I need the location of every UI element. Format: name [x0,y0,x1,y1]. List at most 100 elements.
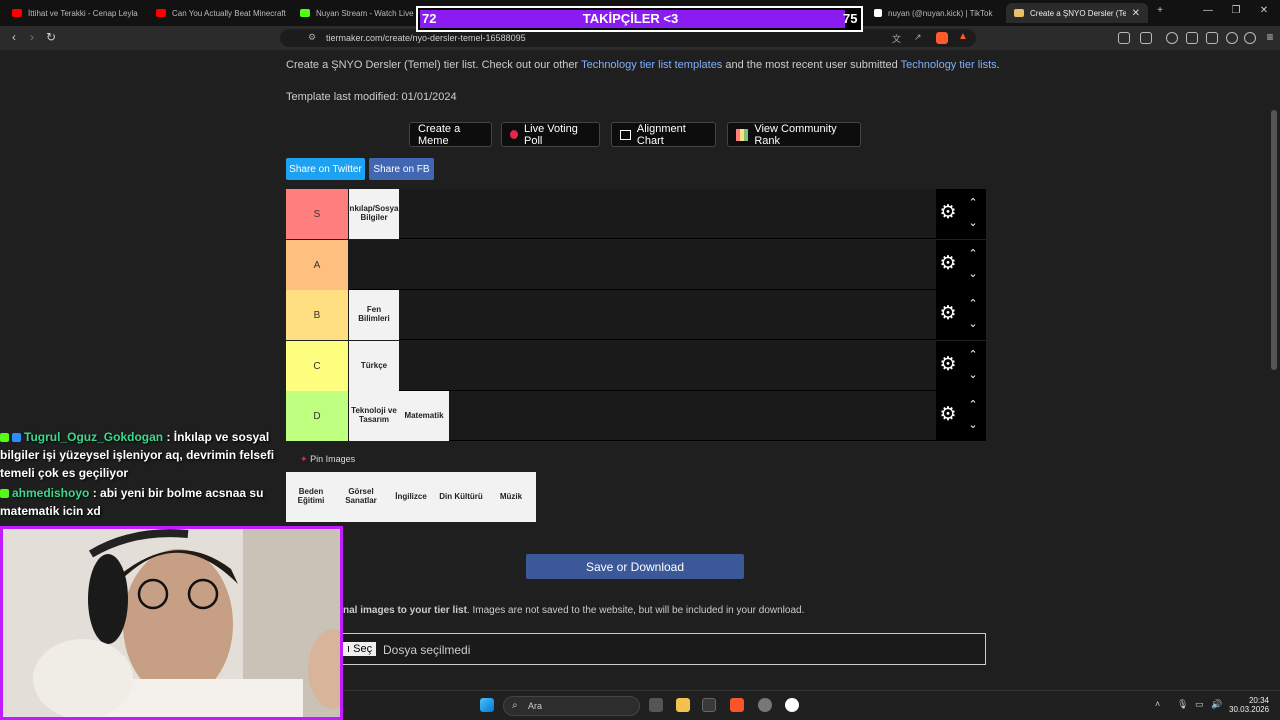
share-icon[interactable]: ↗ [914,32,922,43]
tab-tiermaker[interactable]: Create a ŞNYO Dersler (Temel) ✕ [1006,3,1148,23]
task-view-icon[interactable] [649,698,663,712]
file-input[interactable]: ı Seç Dosya seçilmedi [286,633,986,665]
maximize-icon[interactable]: ❐ [1226,5,1246,16]
windows-start-icon[interactable] [480,698,494,712]
chevron-down-icon[interactable]: ⌄ [966,318,980,330]
choose-file-button[interactable]: ı Seç [343,642,377,656]
tab-tiktok[interactable]: nuyan (@nuyan.kick) | TikTok [866,3,1002,23]
add-images-rest: . Images are not saved to the website, b… [466,605,805,616]
tier-row-d: D Teknoloji ve Tasarım Matematik ⚙ ⌃ ⌄ [286,391,986,441]
tier-row-b: B Fen Bilimleri ⚙ ⌃ ⌄ [286,290,986,340]
media-icon[interactable] [1166,32,1178,44]
gear-icon[interactable]: ⚙ [938,304,958,324]
pool-item-ingilizce[interactable]: İngilizce [386,472,436,522]
record-dot-icon [510,130,519,139]
tier-item-matematik[interactable]: Matematik [399,391,449,441]
chevron-up-icon[interactable]: ⌃ [966,399,980,411]
leo-ai-icon[interactable] [1226,32,1238,44]
chevron-down-icon[interactable]: ⌄ [966,268,980,280]
technology-lists-link[interactable]: Technology tier lists [901,59,997,71]
chevron-down-icon[interactable]: ⌄ [966,369,980,381]
share-twitter-button[interactable]: Share on Twitter [286,158,365,180]
follower-goal-bar: 72 TAKİPÇİLER <3 75 [416,6,863,32]
image-pool: Beden Eğitimi Görsel Sanatlar İngilizce … [286,472,536,522]
chevron-down-icon[interactable]: ⌄ [966,419,980,431]
tier-item-inkilap[interactable]: İnkılap/Sosyal Bilgiler [347,189,401,239]
taskbar-search[interactable]: ⌕ Ara [503,696,640,716]
reading-list-icon[interactable] [1206,32,1218,44]
media-player-icon[interactable] [785,698,799,712]
tier-label[interactable]: S [286,189,348,239]
chevron-down-icon[interactable]: ⌄ [966,217,980,229]
gear-icon[interactable]: ⚙ [938,203,958,223]
gear-icon[interactable]: ⚙ [938,355,958,375]
tier-controls: ⚙ ⌃ ⌄ [936,391,986,441]
tab-minecraft[interactable]: Can You Actually Beat Minecraft In [148,3,288,23]
page-scrollbar[interactable] [1271,110,1277,370]
vpn-icon[interactable] [1244,32,1256,44]
tab-title: İttihat ve Terakki - Cenap Leyla [28,8,138,18]
brave-rewards-icon[interactable]: ▲ [958,31,968,42]
chevron-up-icon[interactable]: ⌃ [966,197,980,209]
store-icon[interactable] [702,698,716,712]
chat-message: ahmedishoyo : abi yeni bir bolme acsnaa … [0,484,300,520]
brave-icon[interactable] [730,698,744,712]
button-label: View Community Rank [754,122,837,147]
tray-chevron-icon[interactable]: ˄ [1155,699,1160,709]
pool-item-din[interactable]: Din Kültürü [436,472,486,522]
gear-icon[interactable]: ⚙ [938,254,958,274]
tier-label[interactable]: C [286,341,348,391]
minimize-icon[interactable]: — [1198,5,1218,16]
close-tab-icon[interactable]: ✕ [1132,8,1140,19]
clock-time: 20:34 [1248,696,1269,705]
view-community-rank-button[interactable]: View Community Rank [727,122,861,147]
back-icon[interactable]: ‹ [6,30,22,44]
chevron-up-icon[interactable]: ⌃ [966,349,980,361]
volume-icon[interactable]: 🔊 [1211,699,1222,710]
clock[interactable]: 20:34 30.03.2026 [1229,696,1269,714]
clock-date: 30.03.2026 [1229,705,1270,714]
pin-images-toggle[interactable]: ✦ Pin Images [300,454,355,465]
live-voting-poll-button[interactable]: Live Voting Poll [501,122,600,147]
alignment-chart-button[interactable]: Alignment Chart [611,122,716,147]
tier-item-teknoloji[interactable]: Teknoloji ve Tasarım [349,391,399,441]
pin-icon: ✦ [300,454,308,464]
windows-taskbar: ⌕ Ara ˄ 🎙 ▭ 🔊 20:34 30.03.2026 [343,690,1280,720]
translate-icon[interactable]: 文 [892,32,901,45]
app-icon[interactable] [758,698,772,712]
tier-item-turkce[interactable]: Türkçe [349,341,399,391]
file-explorer-icon[interactable] [676,698,690,712]
chevron-up-icon[interactable]: ⌃ [966,248,980,260]
share-fb-button[interactable]: Share on FB [369,158,434,180]
tab-ittihat[interactable]: İttihat ve Terakki - Cenap Leyla [4,3,144,23]
chat-message: Tugrul_Oguz_Gokdogan : İnkılap ve sosyal… [0,428,300,482]
tier-controls: ⚙ ⌃ ⌄ [936,240,986,290]
brave-shield-icon[interactable] [936,32,948,44]
reload-icon[interactable]: ↻ [43,30,59,44]
tier-item-fen[interactable]: Fen Bilimleri [349,290,399,340]
tier-label[interactable]: A [286,240,348,290]
close-window-icon[interactable]: ✕ [1254,5,1274,16]
sidebar-icon[interactable] [1186,32,1198,44]
webcam-person-image [3,529,340,717]
tier-label[interactable]: B [286,290,348,340]
network-icon[interactable]: ▭ [1195,699,1204,710]
technology-templates-link[interactable]: Technology tier list templates [581,59,722,71]
new-tab-icon[interactable]: + [1150,5,1170,16]
pool-item-muzik[interactable]: Müzik [486,472,536,522]
tier-controls: ⚙ ⌃ ⌄ [936,189,986,239]
create-meme-button[interactable]: Create a Meme [409,122,492,147]
gear-icon[interactable]: ⚙ [938,405,958,425]
button-label: Create a Meme [418,122,461,147]
kick-icon [300,9,310,17]
menu-icon[interactable]: ≡ [1262,30,1278,44]
chevron-up-icon[interactable]: ⌃ [966,298,980,310]
forward-icon[interactable]: › [24,30,40,44]
extensions-icon[interactable] [1118,32,1130,44]
tab-kick[interactable]: Nuyan Stream - Watch Live on Kick [292,3,414,23]
wallet-icon[interactable] [1140,32,1152,44]
save-download-button[interactable]: Save or Download [526,554,744,579]
microphone-icon[interactable]: 🎙 [1177,699,1188,710]
site-info-icon[interactable]: ⚙ [308,32,316,43]
pool-item-gorsel[interactable]: Görsel Sanatlar [336,472,386,522]
